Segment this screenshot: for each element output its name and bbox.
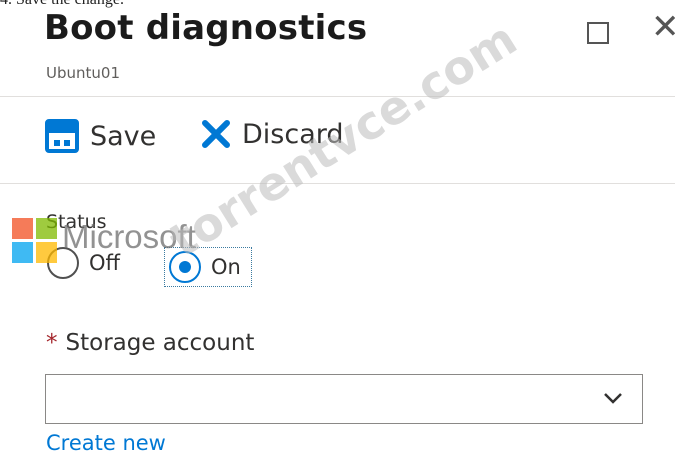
- header-divider: [0, 96, 675, 97]
- discard-x-icon: [200, 118, 232, 150]
- chevron-down-icon: [602, 390, 624, 410]
- storage-account-label-text: Storage account: [65, 330, 255, 356]
- storage-account-dropdown[interactable]: [45, 374, 643, 424]
- maximize-icon[interactable]: [587, 22, 609, 44]
- toolbar-divider: [0, 183, 675, 184]
- close-icon[interactable]: ✕: [651, 10, 675, 44]
- microsoft-logo: [12, 218, 58, 264]
- microsoft-watermark-text: Microsoft: [62, 218, 196, 255]
- storage-account-label: * Storage account: [46, 330, 254, 356]
- create-new-link[interactable]: Create new: [46, 431, 166, 455]
- save-label: Save: [90, 120, 157, 152]
- blade-title: Boot diagnostics: [44, 8, 368, 48]
- discard-label: Discard: [242, 118, 344, 150]
- save-icon: [44, 118, 80, 154]
- save-button[interactable]: Save: [44, 118, 156, 154]
- required-marker: *: [46, 330, 58, 356]
- discard-button[interactable]: Discard: [200, 118, 344, 150]
- blade-subtitle: Ubuntu01: [46, 64, 120, 82]
- status-on-label: On: [211, 255, 241, 279]
